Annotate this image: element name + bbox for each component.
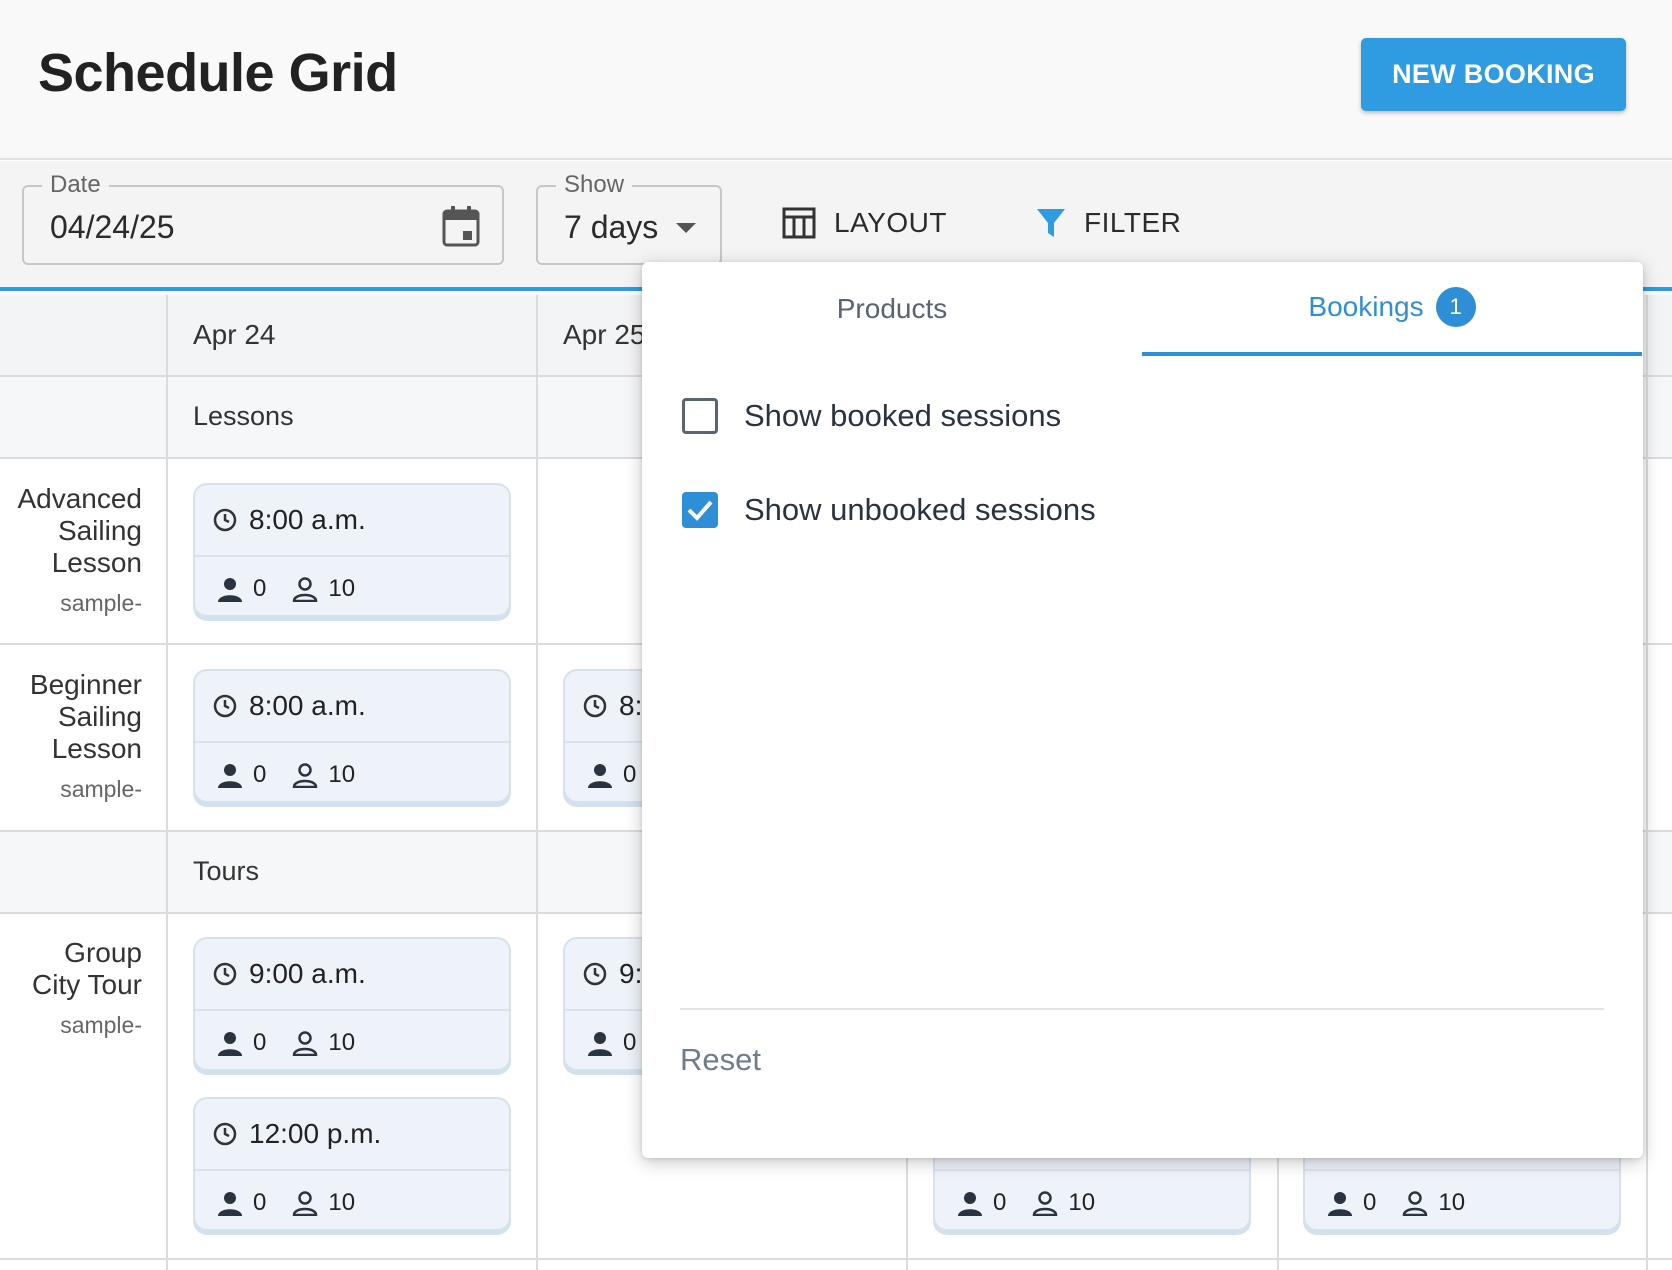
person-filled-icon	[588, 764, 612, 788]
show-unbooked-checkbox[interactable]	[682, 492, 718, 528]
capacity-count: 10	[328, 575, 356, 602]
session-time: 8:00 a.m.	[249, 690, 366, 721]
person-outline-icon	[293, 1191, 318, 1216]
date-field-label: Date	[42, 171, 109, 199]
filter-funnel-icon	[1037, 209, 1065, 237]
booked-count: 0	[253, 1189, 267, 1216]
booked-count: 0	[253, 761, 267, 788]
grid-line	[1646, 295, 1648, 1270]
clock-icon	[213, 694, 237, 718]
person-filled-icon	[958, 1192, 982, 1216]
date-field[interactable]: Date 04/24/25	[22, 171, 504, 265]
person-filled-icon	[218, 1032, 242, 1056]
booked-count: 0	[993, 1189, 1007, 1216]
row-subtitle: sample-	[60, 590, 142, 616]
person-outline-icon	[1033, 1191, 1058, 1216]
person-filled-icon	[218, 1192, 242, 1216]
capacity-count: 10	[328, 1189, 356, 1216]
tab-bookings[interactable]: Bookings 1	[1142, 262, 1642, 356]
person-filled-icon	[218, 578, 242, 602]
row-subtitle: sample-	[60, 1012, 142, 1038]
table-layout-icon	[782, 207, 816, 239]
grid-line	[536, 295, 538, 1270]
session-card[interactable]: 12:00 p.m. 0 10	[193, 1097, 511, 1231]
capacity-count: 10	[328, 1029, 356, 1056]
popover-divider	[680, 1008, 1604, 1010]
new-booking-button[interactable]: NEW BOOKING	[1361, 38, 1626, 111]
clock-icon	[583, 962, 607, 986]
calendar-icon[interactable]	[442, 205, 480, 247]
page-title: Schedule Grid	[38, 43, 398, 103]
person-outline-icon	[293, 763, 318, 788]
session-time: 12:00 p.m.	[249, 1118, 382, 1149]
page-header: Schedule Grid NEW BOOKING	[0, 0, 1672, 160]
session-card[interactable]: 9:00 a.m. 0 10	[193, 937, 511, 1071]
day-header: Apr 25	[563, 319, 646, 350]
person-outline-icon	[293, 577, 318, 602]
show-unbooked-option[interactable]: Show unbooked sessions	[682, 492, 1096, 528]
capacity-count: 10	[1438, 1189, 1466, 1216]
tab-bookings-label: Bookings	[1308, 291, 1424, 322]
show-booked-label: Show booked sessions	[744, 398, 1062, 433]
session-card[interactable]: 8:00 a.m. 0 10	[193, 483, 511, 617]
chevron-down-icon[interactable]	[676, 223, 696, 233]
session-card[interactable]: 8:00 a.m. 0 10	[193, 669, 511, 803]
booked-count: 0	[253, 1029, 267, 1056]
clock-icon	[213, 962, 237, 986]
session-time: 8:00 a.m.	[249, 504, 366, 535]
reset-button[interactable]: Reset	[680, 1042, 761, 1078]
day-header: Apr 24	[193, 319, 276, 350]
show-unbooked-label: Show unbooked sessions	[744, 492, 1096, 527]
clock-icon	[583, 694, 607, 718]
person-filled-icon	[1328, 1192, 1352, 1216]
layout-button[interactable]: LAYOUT	[782, 207, 947, 239]
filter-button-label: FILTER	[1084, 207, 1182, 238]
grid-line	[0, 1258, 1672, 1260]
booked-count: 0	[623, 1029, 637, 1056]
session-time: 9:00 a.m.	[249, 958, 366, 989]
person-outline-icon	[293, 1031, 318, 1056]
booked-count: 0	[253, 575, 267, 602]
row-title: Advanced Sailing Lesson sample-	[17, 483, 142, 619]
person-filled-icon	[588, 1032, 612, 1056]
filter-button[interactable]: FILTER	[1036, 207, 1181, 239]
show-select-value[interactable]: 7 days	[564, 209, 658, 246]
tab-products-label: Products	[836, 293, 948, 324]
booked-count: 0	[623, 761, 637, 788]
layout-button-label: LAYOUT	[834, 207, 947, 238]
show-booked-option[interactable]: Show booked sessions	[682, 398, 1061, 434]
bookings-count-badge: 1	[1435, 287, 1476, 327]
row-title: Group City Tour sample-	[32, 937, 142, 1041]
session-time: 8:	[619, 690, 643, 721]
date-field-value[interactable]: 04/24/25	[50, 209, 175, 246]
tab-products[interactable]: Products	[642, 262, 1142, 356]
show-select[interactable]: Show 7 days	[536, 171, 722, 265]
person-outline-icon	[1403, 1191, 1428, 1216]
session-time: 9:	[619, 958, 643, 989]
category-label: Lessons	[193, 401, 294, 431]
grid-line	[166, 295, 168, 1270]
show-booked-checkbox[interactable]	[682, 398, 718, 434]
clock-icon	[213, 1122, 237, 1146]
show-select-label: Show	[556, 171, 633, 199]
capacity-count: 10	[1068, 1189, 1096, 1216]
row-title: Beginner Sailing Lesson sample-	[30, 669, 142, 805]
row-subtitle: sample-	[60, 776, 142, 802]
clock-icon	[213, 508, 237, 532]
category-label: Tours	[193, 856, 260, 886]
person-filled-icon	[218, 764, 242, 788]
filter-popover: Products Bookings 1 Show booked sessions…	[642, 262, 1643, 1158]
checkmark-icon	[687, 500, 713, 521]
booked-count: 0	[1363, 1189, 1377, 1216]
capacity-count: 10	[328, 761, 356, 788]
